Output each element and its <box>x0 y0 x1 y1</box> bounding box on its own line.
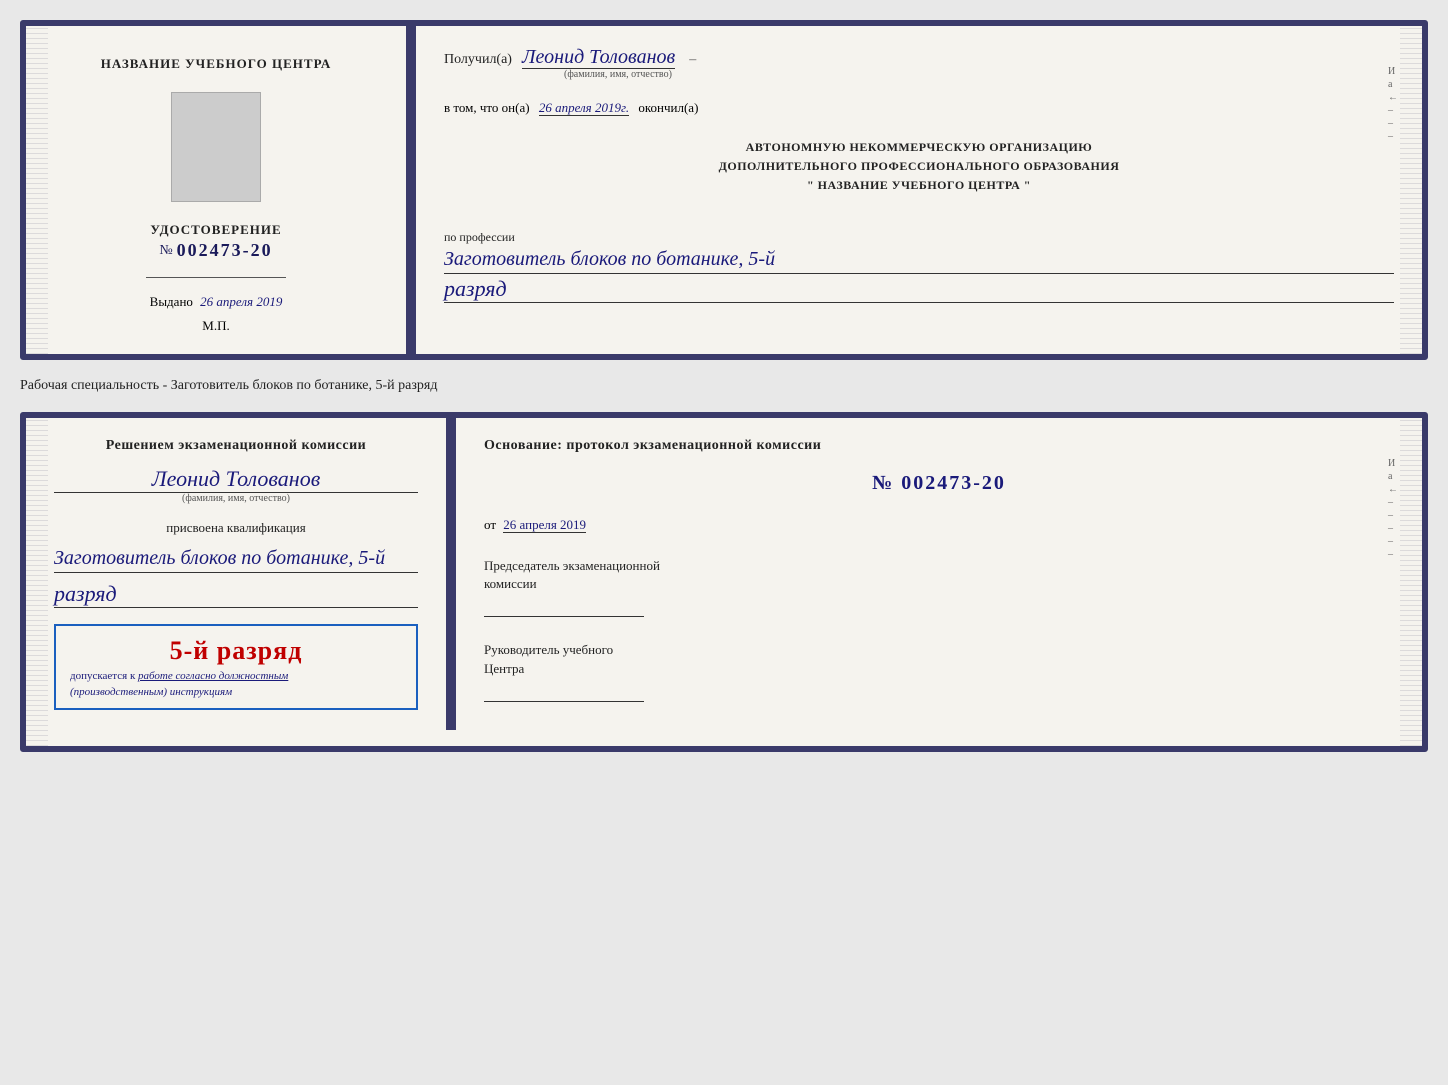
chairman-sig-line <box>484 597 644 617</box>
mp-label: М.П. <box>202 318 229 334</box>
profession-block: по профессии Заготовитель блоков по бота… <box>444 222 1394 303</box>
right-spine-2 <box>1400 418 1422 746</box>
head-label: Руководитель учебного Центра <box>484 641 1394 677</box>
from-prefix: от <box>484 517 496 532</box>
org-line1: АВТОНОМНУЮ НЕКОММЕРЧЕСКУЮ ОРГАНИЗАЦИЮ <box>444 138 1394 157</box>
side-letters-1: И а ← – – – <box>1388 66 1398 142</box>
chairman-label: Председатель экзаменационной комиссии <box>484 557 1394 593</box>
head-sig-line <box>484 682 644 702</box>
certificate-card-2: Решением экзаменационной комиссии Леонид… <box>20 412 1428 752</box>
spine-divider-2 <box>446 418 456 730</box>
side-char-d4: – <box>1388 497 1398 508</box>
side-letters-2: И а ← – – – – – <box>1388 458 1398 560</box>
confirm-text: в том, что он(а) <box>444 100 530 115</box>
side-char-d6: – <box>1388 523 1398 534</box>
card2-right-panel: Основание: протокол экзаменационной коми… <box>456 418 1422 730</box>
from-date-row: от 26 апреля 2019 <box>484 517 1394 533</box>
org-block: АВТОНОМНУЮ НЕКОММЕРЧЕСКУЮ ОРГАНИЗАЦИЮ ДО… <box>444 138 1394 196</box>
issued-row: Выдано 26 апреля 2019 <box>150 294 283 310</box>
qualification-value: Заготовитель блоков по ботанике, 5-й <box>54 544 418 573</box>
signature-underline-1 <box>146 277 286 278</box>
side-char-a: а <box>1388 79 1398 90</box>
side-char-d7: – <box>1388 536 1398 547</box>
recipient-row: Получил(а) Леонид Толованов – (фамилия, … <box>444 46 1394 80</box>
certificate-card-1: НАЗВАНИЕ УЧЕБНОГО ЦЕНТРА УДОСТОВЕРЕНИЕ №… <box>20 20 1428 360</box>
left-spine <box>26 26 48 354</box>
head-block: Руководитель учебного Центра <box>484 641 1394 701</box>
person-name-block: Леонид Толованов (фамилия, имя, отчество… <box>54 466 418 504</box>
side-char-d5: – <box>1388 510 1398 521</box>
org-line2: ДОПОЛНИТЕЛЬНОГО ПРОФЕССИОНАЛЬНОГО ОБРАЗО… <box>444 157 1394 176</box>
confirm-suffix: окончил(а) <box>638 100 698 115</box>
stamp-allows: допускается к работе согласно должностны… <box>70 670 402 682</box>
basis-title: Основание: протокол экзаменационной коми… <box>484 438 1394 454</box>
spine-divider <box>406 26 416 354</box>
specialty-label: Рабочая специальность - Заготовитель бло… <box>20 372 1428 400</box>
razryad-c2: разряд <box>54 581 418 608</box>
card1-left-panel: НАЗВАНИЕ УЧЕБНОГО ЦЕНТРА УДОСТОВЕРЕНИЕ №… <box>26 26 406 354</box>
page-wrapper: НАЗВАНИЕ УЧЕБНОГО ЦЕНТРА УДОСТОВЕРЕНИЕ №… <box>20 20 1428 752</box>
issued-date: 26 апреля 2019 <box>200 294 282 309</box>
razryad-value: разряд <box>444 276 1394 303</box>
person-name: Леонид Толованов <box>54 466 418 493</box>
stamp-work: работе согласно должностным <box>138 670 288 682</box>
stamp-rank: 5-й разряд <box>170 636 303 666</box>
right-spine <box>1400 26 1422 354</box>
side-char-i: И <box>1388 66 1398 77</box>
cert-title-block: УДОСТОВЕРЕНИЕ № 002473-20 <box>150 222 281 261</box>
training-center-label-left: НАЗВАНИЕ УЧЕБНОГО ЦЕНТРА <box>101 56 332 72</box>
profession-value: Заготовитель блоков по ботанике, 5-й <box>444 245 1394 274</box>
stamp-instructions: (производственным) инструкциям <box>70 686 402 698</box>
stamp-box: 5-й разряд допускается к работе согласно… <box>54 624 418 710</box>
card1-right-panel: Получил(а) Леонид Толованов – (фамилия, … <box>416 26 1422 354</box>
side-char-arrow: ← <box>1388 92 1398 103</box>
cert-number: 002473-20 <box>177 240 273 261</box>
recipient-sub: (фамилия, имя, отчество) <box>564 69 1394 80</box>
qualification-label: присвоена квалификация <box>54 520 418 536</box>
side-char-i2: И <box>1388 458 1398 469</box>
protocol-number: № 002473-20 <box>484 472 1394 495</box>
side-char-d8: – <box>1388 549 1398 560</box>
side-char-arrow2: ← <box>1388 484 1398 495</box>
card2-left-panel: Решением экзаменационной комиссии Леонид… <box>26 418 446 730</box>
confirm-date: 26 апреля 2019г. <box>539 100 629 116</box>
profession-label: по профессии <box>444 230 1394 245</box>
person-sub: (фамилия, имя, отчество) <box>54 493 418 504</box>
cert-number-prefix: № <box>159 243 172 259</box>
side-char-d2: – <box>1388 118 1398 129</box>
chairman-block: Председатель экзаменационной комиссии <box>484 557 1394 617</box>
from-date: 26 апреля 2019 <box>503 517 586 533</box>
recipient-name: Леонид Толованов <box>522 46 675 69</box>
side-char-d1: – <box>1388 105 1398 116</box>
recipient-prefix: Получил(а) <box>444 52 512 67</box>
side-char-a2: а <box>1388 471 1398 482</box>
issued-label: Выдано <box>150 294 193 309</box>
left-spine-2 <box>26 418 48 746</box>
photo-placeholder <box>171 92 261 202</box>
confirm-row: в том, что он(а) 26 апреля 2019г. окончи… <box>444 100 1394 116</box>
org-line3: " НАЗВАНИЕ УЧЕБНОГО ЦЕНТРА " <box>444 176 1394 195</box>
decision-text: Решением экзаменационной комиссии <box>54 438 418 454</box>
side-char-d3: – <box>1388 131 1398 142</box>
cert-title-text: УДОСТОВЕРЕНИЕ <box>150 222 281 238</box>
